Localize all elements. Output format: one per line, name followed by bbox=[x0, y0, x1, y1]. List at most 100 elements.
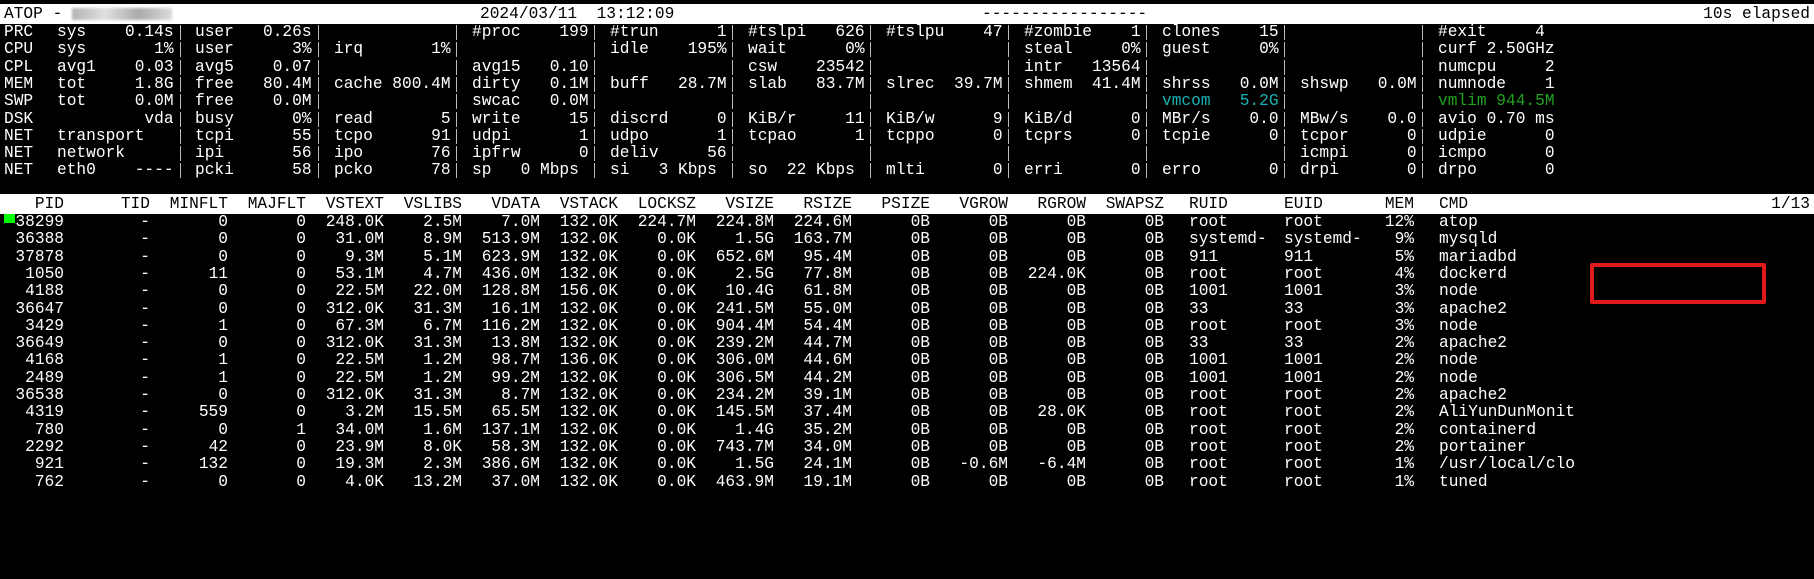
column-separator bbox=[318, 128, 319, 144]
column-separator bbox=[1008, 146, 1009, 162]
column-separator bbox=[1008, 42, 1009, 58]
column-separator bbox=[1146, 111, 1147, 127]
column-separator bbox=[732, 111, 733, 127]
column-header-mem: MEM bbox=[1384, 195, 1414, 213]
column-separator bbox=[870, 76, 871, 92]
column-separator bbox=[870, 128, 871, 144]
process-row[interactable]: 762 - 0 0 4.0K 13.2M 37.0M 132.0K 0.0K 463.9M 19.1… bbox=[0, 472, 1814, 492]
atop-header-bar: ATOP - 2024/03/11 13:12:09 -------------… bbox=[0, 4, 1814, 24]
process-cell-rsize: 19.1M bbox=[803, 472, 852, 491]
process-cell-vdata: 37.0M bbox=[491, 472, 540, 491]
column-separator bbox=[456, 59, 457, 75]
column-separator bbox=[180, 163, 181, 179]
column-separator bbox=[870, 42, 871, 58]
column-separator bbox=[870, 163, 871, 179]
column-separator bbox=[180, 146, 181, 162]
column-header-cmd: CMD bbox=[1439, 195, 1469, 213]
column-separator bbox=[594, 146, 595, 162]
column-header-ruid: RUID bbox=[1189, 195, 1228, 213]
column-header-tid: TID bbox=[120, 195, 150, 213]
column-header-vdata: VDATA bbox=[491, 195, 540, 213]
column-separator bbox=[870, 59, 871, 75]
column-separator bbox=[1422, 25, 1423, 40]
column-separator bbox=[1146, 146, 1147, 162]
stat-cell: mlti 0 bbox=[886, 161, 1003, 180]
column-separator bbox=[456, 163, 457, 179]
column-separator bbox=[180, 94, 181, 110]
column-separator bbox=[456, 25, 457, 40]
process-cell-vsize: 463.9M bbox=[715, 472, 774, 491]
column-separator bbox=[594, 76, 595, 92]
column-separator bbox=[1008, 111, 1009, 127]
column-separator bbox=[1422, 146, 1423, 162]
column-separator bbox=[180, 76, 181, 92]
column-separator bbox=[594, 59, 595, 75]
column-separator bbox=[1008, 128, 1009, 144]
column-separator bbox=[1146, 25, 1147, 40]
column-header-vstack: VSTACK bbox=[559, 195, 618, 213]
column-separator bbox=[318, 163, 319, 179]
column-separator bbox=[594, 111, 595, 127]
column-header-pid: PID bbox=[34, 195, 64, 213]
column-separator bbox=[1284, 128, 1285, 144]
column-separator bbox=[732, 146, 733, 162]
column-header-vstext: VSTEXT bbox=[325, 195, 384, 213]
column-separator bbox=[870, 111, 871, 127]
column-separator bbox=[318, 42, 319, 58]
column-separator bbox=[1284, 25, 1285, 40]
process-cell-rgrow: 0B bbox=[1066, 472, 1086, 491]
column-header-minflt: MINFLT bbox=[169, 195, 228, 213]
stat-cell: erro 0 bbox=[1162, 161, 1279, 180]
stat-cell: si 3 Kbps bbox=[610, 161, 717, 180]
process-cell-vstext: 4.0K bbox=[345, 472, 384, 491]
column-separator bbox=[180, 111, 181, 127]
column-separator bbox=[870, 25, 871, 40]
column-separator bbox=[1146, 42, 1147, 58]
column-header-swapsz: SWAPSZ bbox=[1105, 195, 1164, 213]
column-separator bbox=[456, 42, 457, 58]
process-cell-vslibs: 13.2M bbox=[413, 472, 462, 491]
column-separator bbox=[456, 94, 457, 110]
stat-cell: drpo 0 bbox=[1438, 161, 1555, 180]
process-cell-minflt: 0 bbox=[218, 472, 228, 491]
column-separator bbox=[180, 25, 181, 40]
column-separator bbox=[456, 146, 457, 162]
column-separator bbox=[318, 146, 319, 162]
column-separator bbox=[180, 42, 181, 58]
column-separator bbox=[1008, 94, 1009, 110]
column-separator bbox=[456, 128, 457, 144]
column-separator bbox=[1284, 42, 1285, 58]
header-title: ATOP - bbox=[4, 4, 172, 24]
column-separator bbox=[594, 94, 595, 110]
column-separator bbox=[1422, 128, 1423, 144]
column-separator bbox=[1422, 94, 1423, 110]
column-separator bbox=[1284, 111, 1285, 127]
column-separator bbox=[732, 42, 733, 58]
column-separator bbox=[1284, 76, 1285, 92]
process-cell-pid: 762 bbox=[34, 472, 64, 491]
column-separator bbox=[318, 59, 319, 75]
column-separator bbox=[1008, 163, 1009, 179]
column-separator bbox=[1146, 59, 1147, 75]
column-separator bbox=[318, 25, 319, 40]
column-separator bbox=[594, 163, 595, 179]
column-separator bbox=[456, 111, 457, 127]
column-header-rgrow: RGROW bbox=[1037, 195, 1086, 213]
column-separator bbox=[1008, 76, 1009, 92]
column-separator bbox=[1422, 76, 1423, 92]
column-separator bbox=[180, 128, 181, 144]
column-separator bbox=[1422, 163, 1423, 179]
column-separator bbox=[594, 25, 595, 40]
stat-cell: drpi 0 bbox=[1300, 161, 1417, 180]
column-separator bbox=[1284, 94, 1285, 110]
column-header-psize: PSIZE bbox=[881, 195, 930, 213]
column-separator bbox=[1146, 76, 1147, 92]
process-cell-euid: root bbox=[1284, 472, 1323, 491]
column-separator bbox=[318, 94, 319, 110]
process-cell-vgrow: 0B bbox=[988, 472, 1008, 491]
column-separator bbox=[594, 42, 595, 58]
process-cell-majflt: 0 bbox=[296, 472, 306, 491]
column-separator bbox=[1422, 111, 1423, 127]
stat-cell: erri 0 bbox=[1024, 161, 1141, 180]
process-cell-vstack: 132.0K bbox=[559, 472, 618, 491]
